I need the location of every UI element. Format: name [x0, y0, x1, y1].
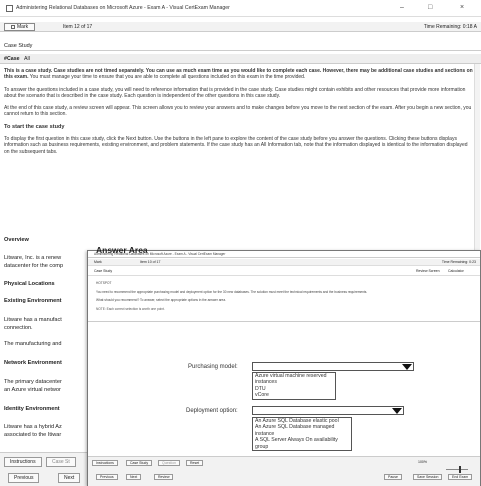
case-study-button[interactable]: Case St — [46, 457, 76, 467]
question-case-study-button[interactable]: Case Study — [126, 460, 153, 466]
question-previous-button[interactable]: Previous — [96, 474, 118, 480]
question-bottom-bar: Instructions Case Study Question Reset P… — [88, 456, 480, 486]
mark-button[interactable]: Mark — [4, 23, 36, 31]
question-mark-button[interactable]: Mark — [94, 260, 102, 264]
section-physical-locations: Physical Locations — [4, 281, 55, 287]
intro-paragraph-2: To answer the questions included in a ca… — [4, 86, 466, 99]
pause-button[interactable]: Pause — [384, 474, 402, 480]
intro-paragraph-1: This is a case study. Case studies are n… — [4, 68, 474, 81]
save-session-button[interactable]: Save Session — [413, 474, 443, 480]
reset-button[interactable]: Reset — [186, 460, 204, 466]
section-overview: Overview — [4, 237, 29, 243]
question-item-counter: Item 10 of 17 — [140, 260, 161, 264]
deployment-option-label: Deployment option: — [186, 408, 238, 414]
question-divider — [88, 321, 480, 322]
review-screen-button[interactable]: Review Screen — [416, 269, 440, 273]
question-case-bar: Case Study Review Screen Calculator — [88, 267, 480, 276]
maximize-button[interactable]: □ — [428, 4, 432, 11]
window-title: Administering Relational Databases on Mi… — [16, 5, 230, 11]
question-body: You need to recommend the appropriate pu… — [96, 289, 368, 294]
intro-paragraph-4: To display the first question in this ca… — [4, 136, 468, 155]
answer-area-title: Answer Area — [96, 245, 148, 255]
deployment-option-dropdown[interactable] — [252, 406, 404, 415]
zoom-slider-track[interactable] — [446, 469, 468, 470]
minimize-button[interactable]: – — [400, 4, 404, 11]
ie-text-1: Litware has a hybrid Az — [4, 424, 62, 430]
calculator-button[interactable]: Calculator — [448, 269, 464, 273]
question-review-button[interactable]: Review — [154, 474, 174, 480]
intro-paragraph-3: At the end of this case study, a review … — [4, 105, 472, 118]
instructions-button[interactable]: Instructions — [4, 457, 42, 467]
zoom-slider-thumb[interactable] — [459, 466, 461, 473]
ne-text-2: an Azure virtual networ — [4, 387, 61, 393]
section-existing-environment: Existing Environment — [4, 298, 62, 304]
app-icon — [6, 5, 13, 12]
case-study-title: Case Study — [4, 43, 33, 49]
purchasing-model-options: Azure virtual machine reserved instances… — [252, 372, 336, 400]
purchasing-option-reserved[interactable]: Azure virtual machine reserved instances — [255, 373, 333, 386]
deployment-option-options: An Azure SQL Database elastic pool An Az… — [252, 417, 352, 452]
ee-text-1: Litware has a manufact — [4, 317, 62, 323]
mark-checkbox-icon[interactable] — [11, 25, 15, 29]
purchasing-model-label: Purchasing model: — [188, 364, 238, 370]
section-network-environment: Network Environment — [4, 360, 62, 366]
hotspot-label: HOTSPOT — [96, 281, 112, 285]
ne-text-1: The primary datacenter — [4, 379, 62, 385]
question-text: HOTSPOT You need to recommend the approp… — [96, 281, 466, 315]
question-case-study-label: Case Study — [94, 269, 113, 273]
overview-text-2: datacenter for the comp — [4, 263, 64, 269]
purchasing-option-vcore[interactable]: vCore — [255, 392, 333, 398]
case-intro: This is a case study. Case studies are n… — [4, 68, 474, 161]
ee-text-3: The manufacturing and — [4, 341, 62, 347]
intro-rest-text: You must manage your time to ensure that… — [28, 74, 306, 81]
case-tabs: #Case All — [0, 54, 481, 64]
question-button[interactable]: Question — [158, 460, 181, 466]
question-next-button[interactable]: Next — [126, 474, 142, 480]
deployment-option-always-on[interactable]: A SQL Server Always On availability grou… — [255, 437, 349, 450]
item-counter: Item 12 of 17 — [63, 24, 93, 30]
start-heading: To start the case study — [4, 123, 65, 130]
tab-case[interactable]: #Case — [4, 56, 20, 62]
zoom-level: 100% — [418, 460, 427, 464]
question-time-remaining: Time Remaining: 0:23 — [441, 260, 476, 264]
case-study-header: Case Study — [0, 41, 481, 51]
mark-label: Mark — [17, 24, 29, 30]
chevron-down-icon[interactable] — [392, 408, 402, 414]
section-identity-environment: Identity Environment — [4, 406, 60, 412]
tab-all[interactable]: All — [24, 56, 30, 62]
exam-toolbar: Mark Item 12 of 17 Time Remaining: 0:18 … — [0, 22, 481, 32]
question-note: NOTE: Each correct selection is worth on… — [96, 306, 165, 311]
ee-text-2: connection. — [4, 325, 33, 331]
purchasing-model-dropdown[interactable] — [252, 362, 414, 371]
next-button[interactable]: Next — [58, 473, 81, 483]
ie-text-2: associated to the Itiwar — [4, 432, 62, 438]
chevron-down-icon[interactable] — [402, 364, 412, 370]
deployment-option-managed-instance[interactable]: An Azure SQL Database managed instance — [255, 424, 349, 437]
previous-button[interactable]: Previous — [8, 473, 40, 483]
title-bar: Administering Relational Databases on Mi… — [0, 0, 481, 17]
close-button[interactable]: × — [460, 4, 464, 11]
question-toolbar: Mark Item 10 of 17 Time Remaining: 0:23 — [88, 259, 480, 266]
question-instructions-button[interactable]: Instructions — [92, 460, 118, 466]
time-remaining: Time Remaining: 0:18 A — [423, 24, 477, 30]
overview-text-1: Litware, Inc. is a renew — [4, 255, 62, 261]
end-exam-button[interactable]: End Exam — [448, 474, 473, 480]
question-instruction: What should you recommend? To answer, se… — [96, 298, 226, 302]
